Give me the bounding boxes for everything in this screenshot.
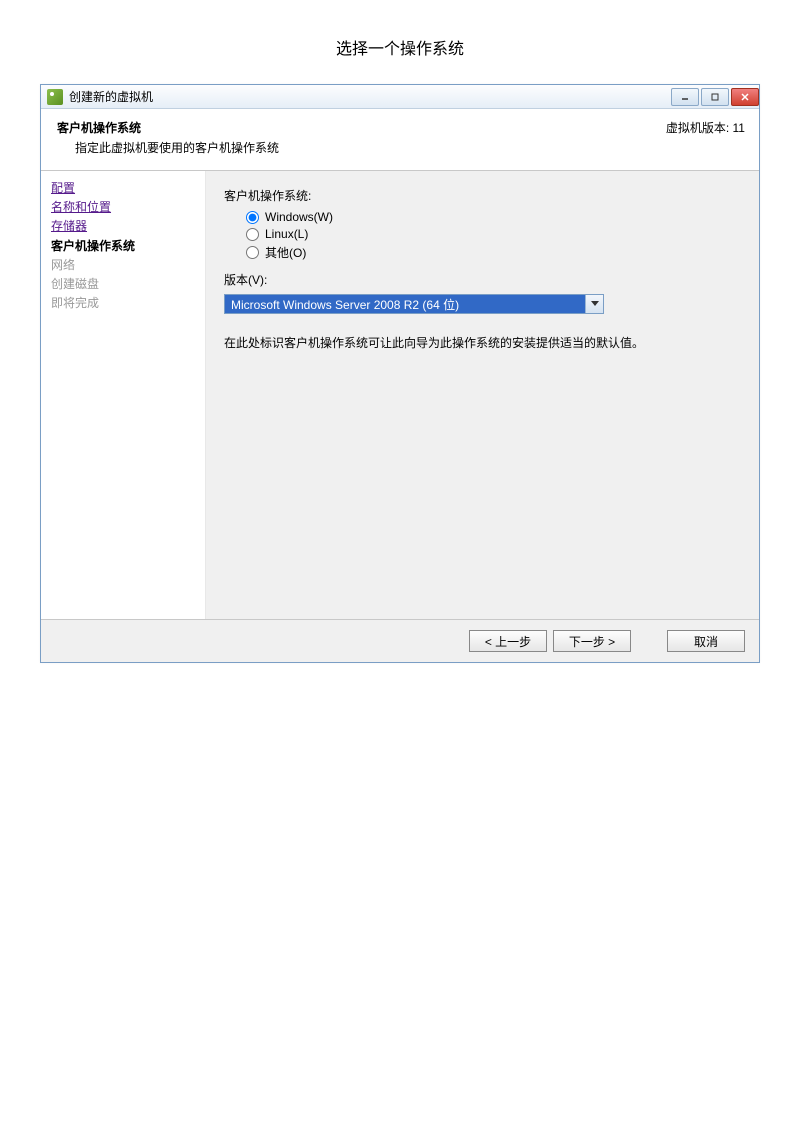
wizard-subtitle: 指定此虚拟机要使用的客户机操作系统 [75, 139, 743, 156]
wizard-header: 客户机操作系统 指定此虚拟机要使用的客户机操作系统 虚拟机版本: 11 [41, 109, 759, 171]
step-config[interactable]: 配置 [51, 179, 195, 198]
maximize-icon [711, 93, 719, 101]
step-create-disk: 创建磁盘 [51, 275, 195, 294]
step-name-location[interactable]: 名称和位置 [51, 198, 195, 217]
radio-linux[interactable]: Linux(L) [246, 227, 741, 241]
radio-other[interactable]: 其他(O) [246, 244, 741, 261]
radio-other-input[interactable] [246, 246, 259, 259]
minimize-button[interactable] [671, 88, 699, 106]
radio-windows[interactable]: Windows(W) [246, 210, 741, 224]
wizard-steps-sidebar: 配置 名称和位置 存储器 客户机操作系统 网络 创建磁盘 即将完成 [41, 171, 206, 619]
page-heading: 选择一个操作系统 [0, 0, 800, 84]
step-network: 网络 [51, 256, 195, 275]
step-ready: 即将完成 [51, 294, 195, 313]
close-icon [741, 93, 749, 101]
wizard-footer: < 上一步 下一步 > 取消 [41, 619, 759, 662]
step-storage[interactable]: 存储器 [51, 217, 195, 236]
radio-linux-label: Linux(L) [265, 227, 308, 241]
create-vm-dialog: 创建新的虚拟机 客户机操作系统 指定此虚拟机要使用的客户机操作系统 虚拟机版本:… [40, 84, 760, 663]
wizard-content: 客户机操作系统: Windows(W) Linux(L) 其他(O) 版本(V)… [206, 171, 759, 619]
titlebar: 创建新的虚拟机 [41, 85, 759, 109]
chevron-down-icon [591, 301, 599, 307]
button-spacer [637, 630, 661, 652]
version-label: 版本(V): [224, 271, 741, 288]
help-text: 在此处标识客户机操作系统可让此向导为此操作系统的安装提供适当的默认值。 [224, 334, 741, 351]
cancel-button[interactable]: 取消 [667, 630, 745, 652]
wizard-title: 客户机操作系统 [57, 119, 743, 136]
close-button[interactable] [731, 88, 759, 106]
radio-windows-input[interactable] [246, 211, 259, 224]
window-controls [669, 88, 759, 106]
next-button[interactable]: 下一步 > [553, 630, 631, 652]
wizard-body: 配置 名称和位置 存储器 客户机操作系统 网络 创建磁盘 即将完成 客户机操作系… [41, 171, 759, 619]
version-select-wrap: Microsoft Windows Server 2008 R2 (64 位) [224, 294, 741, 314]
version-select[interactable]: Microsoft Windows Server 2008 R2 (64 位) [224, 294, 604, 314]
version-select-value: Microsoft Windows Server 2008 R2 (64 位) [225, 295, 585, 313]
os-radio-group: Windows(W) Linux(L) 其他(O) [246, 210, 741, 261]
back-button[interactable]: < 上一步 [469, 630, 547, 652]
radio-windows-label: Windows(W) [265, 210, 333, 224]
dropdown-arrow[interactable] [585, 295, 603, 313]
step-guest-os: 客户机操作系统 [51, 237, 195, 256]
radio-other-label: 其他(O) [265, 244, 306, 261]
radio-linux-input[interactable] [246, 228, 259, 241]
vm-version-label: 虚拟机版本: 11 [666, 119, 745, 136]
titlebar-title: 创建新的虚拟机 [69, 88, 669, 105]
os-group-label: 客户机操作系统: [224, 187, 741, 204]
maximize-button[interactable] [701, 88, 729, 106]
minimize-icon [681, 93, 689, 101]
vmware-icon [47, 89, 63, 105]
